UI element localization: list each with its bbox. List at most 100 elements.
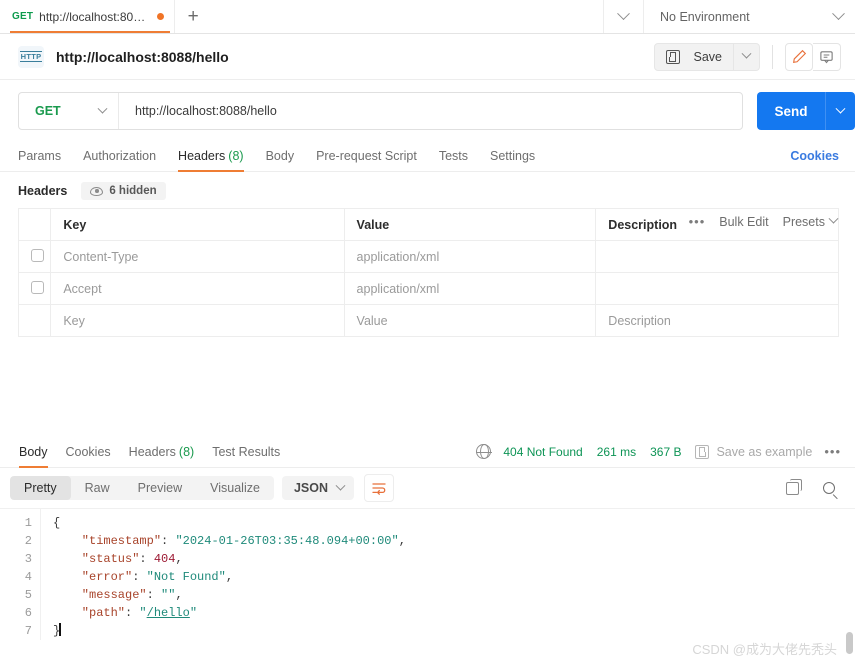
checkbox-icon[interactable] <box>31 248 44 262</box>
floppy-disk-icon <box>695 444 710 459</box>
tab-body[interactable]: Body <box>266 140 295 172</box>
comment-icon <box>820 51 833 64</box>
response-tab-test-results[interactable]: Test Results <box>212 436 280 468</box>
headers-section-title: Headers <box>18 184 68 198</box>
column-header-value: Value <box>343 208 597 241</box>
placeholder-description[interactable]: Description <box>595 304 839 337</box>
response-tab-headers[interactable]: Headers (8) <box>129 436 195 468</box>
response-body-toolbar: Pretty Raw Preview Visualize JSON <box>0 468 855 508</box>
send-button[interactable]: Send <box>757 92 825 130</box>
tab-headers[interactable]: Headers (8) <box>178 140 244 172</box>
method-select[interactable]: GET <box>19 93 119 129</box>
format-select-value: JSON <box>293 481 328 495</box>
table-row-placeholder: Key Value Description <box>17 304 839 337</box>
send-options-button[interactable] <box>825 92 855 130</box>
chevron-down-icon <box>335 480 346 491</box>
code-line: "message": "", <box>53 588 183 602</box>
url-input[interactable]: http://localhost:8088/hello <box>119 93 742 129</box>
response-size: 367 B <box>650 444 682 459</box>
row-checkbox-cell[interactable] <box>17 240 52 273</box>
line-number: 3 <box>24 552 32 566</box>
view-mode-raw[interactable]: Raw <box>71 476 124 500</box>
headers-bar: Headers 6 hidden <box>0 172 855 208</box>
row-description[interactable] <box>595 272 839 305</box>
response-body-code: 1 2 3 4 5 6 7 { "timestamp": "2024-01-26… <box>0 508 855 640</box>
postman-window: GET http://localhost:8088/h + No Environ… <box>0 0 855 666</box>
row-value[interactable]: application/xml <box>343 240 597 273</box>
edit-button[interactable] <box>785 42 813 71</box>
tab-authorization[interactable]: Authorization <box>83 140 156 172</box>
row-key[interactable]: Accept <box>50 272 345 305</box>
word-wrap-icon <box>372 483 386 495</box>
row-checkbox-cell[interactable] <box>17 272 52 305</box>
line-number: 6 <box>24 606 32 620</box>
view-mode-visualize[interactable]: Visualize <box>196 476 274 500</box>
url-bar: GET http://localhost:8088/hello <box>18 92 743 130</box>
placeholder-checkbox-cell <box>17 304 52 337</box>
save-button[interactable]: Save <box>653 42 734 71</box>
tab-pre-request-script[interactable]: Pre-request Script <box>316 140 417 172</box>
response-tab-cookies[interactable]: Cookies <box>66 436 111 468</box>
table-row: Accept application/xml <box>17 272 839 305</box>
response-pane: Body Cookies Headers (8) Test Results 40… <box>0 436 855 666</box>
response-tab-body[interactable]: Body <box>19 436 48 468</box>
request-tab[interactable]: GET http://localhost:8088/h <box>0 0 176 33</box>
code-line: "error": "Not Found", <box>53 570 234 584</box>
row-value[interactable]: application/xml <box>343 272 597 305</box>
response-tabs: Body Cookies Headers (8) Test Results 40… <box>0 436 855 468</box>
view-mode-pretty[interactable]: Pretty <box>10 476 71 500</box>
chevron-down-icon <box>97 103 108 114</box>
response-time: 261 ms <box>596 444 637 459</box>
status-badge: 404 Not Found <box>503 444 583 459</box>
column-header-key: Key <box>50 208 345 241</box>
format-select[interactable]: JSON <box>281 476 354 500</box>
more-options-icon[interactable]: ••• <box>689 214 706 229</box>
view-mode-preview[interactable]: Preview <box>124 476 196 500</box>
response-more-options-icon[interactable]: ••• <box>824 444 841 459</box>
save-as-example-button[interactable]: Save as example <box>716 445 812 459</box>
tab-list-dropdown-button[interactable] <box>603 0 643 33</box>
placeholder-value[interactable]: Value <box>343 304 597 337</box>
save-options-button[interactable] <box>734 42 760 71</box>
code-content[interactable]: { "timestamp": "2024-01-26T03:35:48.094+… <box>40 509 855 640</box>
send-group: Send <box>757 92 855 130</box>
code-line: } <box>53 623 61 638</box>
chevron-down-icon <box>832 7 845 21</box>
request-tabs: Params Authorization Headers (8) Body Pr… <box>0 140 855 172</box>
watermark: CSDN @成为大佬先秃头 <box>692 642 837 657</box>
environment-name: No Environment <box>660 9 750 24</box>
tab-settings[interactable]: Settings <box>490 140 535 172</box>
tab-tests[interactable]: Tests <box>439 140 468 172</box>
comment-button[interactable] <box>813 42 841 71</box>
row-key[interactable]: Content-Type <box>50 240 345 273</box>
code-line: "timestamp": "2024-01-26T03:35:48.094+00… <box>53 534 406 548</box>
line-number: 4 <box>24 570 32 584</box>
code-line: "status": 404, <box>53 552 183 566</box>
hidden-headers-toggle[interactable]: 6 hidden <box>81 182 166 200</box>
table-row: Content-Type application/xml <box>17 240 839 273</box>
save-button-label: Save <box>693 49 723 64</box>
placeholder-key[interactable]: Key <box>50 304 345 337</box>
word-wrap-button[interactable] <box>364 474 394 502</box>
presets-button[interactable]: Presets <box>783 213 839 229</box>
chevron-down-icon <box>835 103 846 114</box>
copy-icon[interactable] <box>786 478 802 495</box>
checkbox-icon[interactable] <box>31 280 44 294</box>
request-tab-method: GET <box>12 11 34 22</box>
request-title-row: HTTP http://localhost:8088/hello Save <box>0 34 855 80</box>
new-tab-button[interactable]: + <box>175 0 211 33</box>
page-scrollbar-thumb[interactable] <box>846 632 853 654</box>
network-globe-icon <box>476 443 492 460</box>
bulk-edit-button[interactable]: Bulk Edit <box>719 215 768 229</box>
chevron-down-icon <box>741 48 752 59</box>
toolbar-divider <box>772 44 773 69</box>
cookies-link[interactable]: Cookies <box>790 149 839 163</box>
row-description[interactable] <box>595 240 839 273</box>
url-bar-row: GET http://localhost:8088/hello Send <box>0 80 855 140</box>
headers-table-tools: ••• Bulk Edit Presets <box>682 213 839 229</box>
search-icon[interactable] <box>823 482 835 494</box>
eye-icon <box>90 186 104 196</box>
environment-selector[interactable]: No Environment <box>643 0 855 33</box>
tab-params[interactable]: Params <box>18 140 61 172</box>
http-protocol-icon: HTTP <box>18 45 44 68</box>
